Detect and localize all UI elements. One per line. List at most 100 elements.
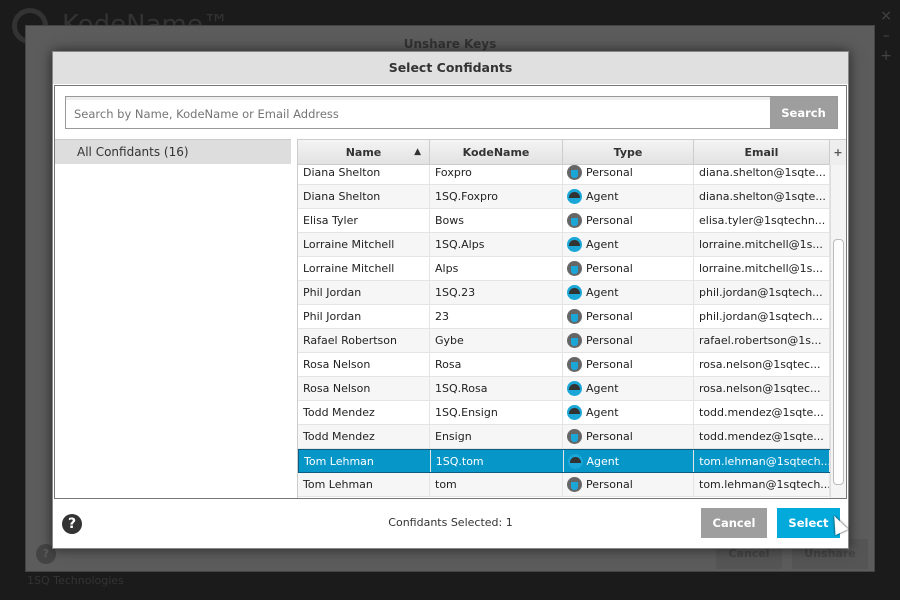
cell-kodename: 1SQ.Alps [430, 233, 563, 256]
sort-ascending-icon: ▲ [414, 147, 421, 157]
cell-name: Todd Mendez [298, 401, 430, 424]
type-label: Agent [586, 382, 619, 395]
cell-kodename: Gybe [430, 329, 563, 352]
type-label: Agent [586, 406, 619, 419]
dialog-title: Select Confidants [53, 52, 848, 84]
cell-name: Diana Shelton [298, 185, 430, 208]
cell-kodename: Bows [430, 209, 563, 232]
cell-type: Personal [563, 305, 694, 328]
cell-type: Agent [563, 401, 694, 424]
personal-type-icon [567, 308, 582, 324]
type-label: Agent [586, 455, 620, 468]
add-column-icon[interactable]: + [830, 140, 846, 165]
type-label: Personal [586, 430, 633, 443]
cell-email: lorraine.mitchell@1s... [694, 233, 830, 256]
agent-type-icon [567, 188, 582, 204]
select-confidants-dialog: Select Confidants Search All Confidants … [52, 51, 849, 549]
cell-kodename: 1SQ.tom [431, 450, 564, 472]
column-header-kodename[interactable]: KodeName [430, 140, 563, 164]
cell-kodename: 1SQ.Rosa [430, 377, 563, 400]
agent-type-icon [567, 453, 583, 469]
company-label: 1SQ Technologies [27, 574, 124, 587]
search-input[interactable] [66, 97, 770, 128]
group-all-confidants[interactable]: All Confidants (16) [55, 140, 291, 164]
table-row[interactable]: Rosa Nelson 1SQ.Rosa Agent rosa.nelson@1… [298, 377, 831, 401]
search-button[interactable]: Search [770, 97, 837, 128]
table-row[interactable]: Elisa Tyler Bows Personal elisa.tyler@1s… [298, 209, 831, 233]
table-row[interactable]: Todd Mendez 1SQ.Ensign Agent todd.mendez… [298, 401, 831, 425]
personal-type-icon [567, 476, 582, 492]
cell-type: Personal [563, 353, 694, 376]
type-label: Personal [586, 262, 633, 275]
cell-type: Personal [563, 257, 694, 280]
cell-type: Personal [563, 473, 694, 496]
cell-email: rosa.nelson@1sqtec... [694, 377, 830, 400]
cell-type: Agent [563, 233, 694, 256]
cancel-button[interactable]: Cancel [701, 508, 767, 538]
personal-type-icon [567, 212, 582, 228]
cell-kodename: Alps [430, 257, 563, 280]
cell-name: Rosa Nelson [298, 353, 430, 376]
table-row[interactable]: Rafael Robertson Gybe Personal rafael.ro… [298, 329, 831, 353]
agent-type-icon [567, 284, 582, 300]
cell-email: rosa.nelson@1sqtec... [694, 353, 830, 376]
cell-name: Tom Lehman [299, 450, 431, 472]
table-row[interactable]: Lorraine Mitchell 1SQ.Alps Agent lorrain… [298, 233, 831, 257]
type-label: Personal [586, 358, 633, 371]
personal-type-icon [567, 356, 582, 372]
cell-type: Agent [563, 377, 694, 400]
cell-type: Agent [563, 281, 694, 304]
table-row[interactable]: Phil Jordan 23 Personal phil.jordan@1sqt… [298, 305, 831, 329]
personal-type-icon [567, 332, 582, 348]
cell-name: Rafael Robertson [298, 329, 430, 352]
window-controls[interactable]: × – + [880, 6, 892, 66]
personal-type-icon [567, 164, 582, 180]
group-list: All Confidants (16) [55, 139, 291, 498]
search-bar: Search [65, 96, 838, 129]
cell-name: Rosa Nelson [298, 377, 430, 400]
table-row[interactable]: Lorraine Mitchell Alps Personal lorraine… [298, 257, 831, 281]
cell-kodename: 1SQ.Foxpro [430, 185, 563, 208]
cell-email: phil.jordan@1sqtech... [694, 305, 830, 328]
table-row[interactable]: Phil Jordan 1SQ.23 Agent phil.jordan@1sq… [298, 281, 831, 305]
confidants-table: Diana Shelton Foxpro Personal diana.shel… [297, 139, 846, 498]
table-row[interactable]: Tom Lehman 1SQ.tom Agent tom.lehman@1sqt… [298, 449, 831, 473]
cell-kodename: 1SQ.Ensign [430, 401, 563, 424]
cell-email: todd.mendez@1sqte... [694, 401, 830, 424]
cell-name: Phil Jordan [298, 305, 430, 328]
cell-kodename: Rosa [430, 353, 563, 376]
cell-type: Agent [563, 185, 694, 208]
column-label: Name [345, 146, 382, 159]
cell-type: Personal [563, 209, 694, 232]
type-label: Personal [586, 166, 633, 179]
column-header-type[interactable]: Type [563, 140, 694, 164]
personal-type-icon [567, 260, 582, 276]
column-header-name[interactable]: Name ▲ [298, 140, 430, 164]
cell-email: elisa.tyler@1sqtechn... [694, 209, 830, 232]
cell-email: tom.lehman@1sqtech... [694, 473, 830, 496]
table-row[interactable]: Tom Lehman tom Personal tom.lehman@1sqte… [298, 473, 831, 497]
cell-name: Lorraine Mitchell [298, 233, 430, 256]
cell-kodename: Ensign [430, 425, 563, 448]
table-row[interactable]: Diana Shelton 1SQ.Foxpro Agent diana.she… [298, 185, 831, 209]
cell-type: Personal [563, 425, 694, 448]
table-row[interactable]: Rosa Nelson Rosa Personal rosa.nelson@1s… [298, 353, 831, 377]
cell-kodename: 23 [430, 305, 563, 328]
column-header-email[interactable]: Email [694, 140, 830, 164]
cell-type: Personal [563, 329, 694, 352]
table-header: Name ▲ KodeName Type Email [298, 140, 846, 165]
cell-email: diana.shelton@1sqte... [694, 185, 830, 208]
cell-name: Todd Mendez [298, 425, 430, 448]
table-row[interactable]: Todd Mendez Ensign Personal todd.mendez@… [298, 425, 831, 449]
type-label: Personal [586, 478, 633, 491]
type-label: Agent [586, 286, 619, 299]
personal-type-icon [567, 428, 582, 444]
table-scrollbar[interactable] [830, 165, 846, 498]
agent-type-icon [567, 404, 582, 420]
cell-name: Tom Lehman [298, 473, 430, 496]
type-label: Personal [586, 214, 633, 227]
scrollbar-thumb[interactable] [833, 239, 844, 485]
unshare-keys-title: Unshare Keys [403, 37, 497, 51]
type-label: Agent [586, 238, 619, 251]
cell-email: rafael.robertson@1s... [694, 329, 830, 352]
